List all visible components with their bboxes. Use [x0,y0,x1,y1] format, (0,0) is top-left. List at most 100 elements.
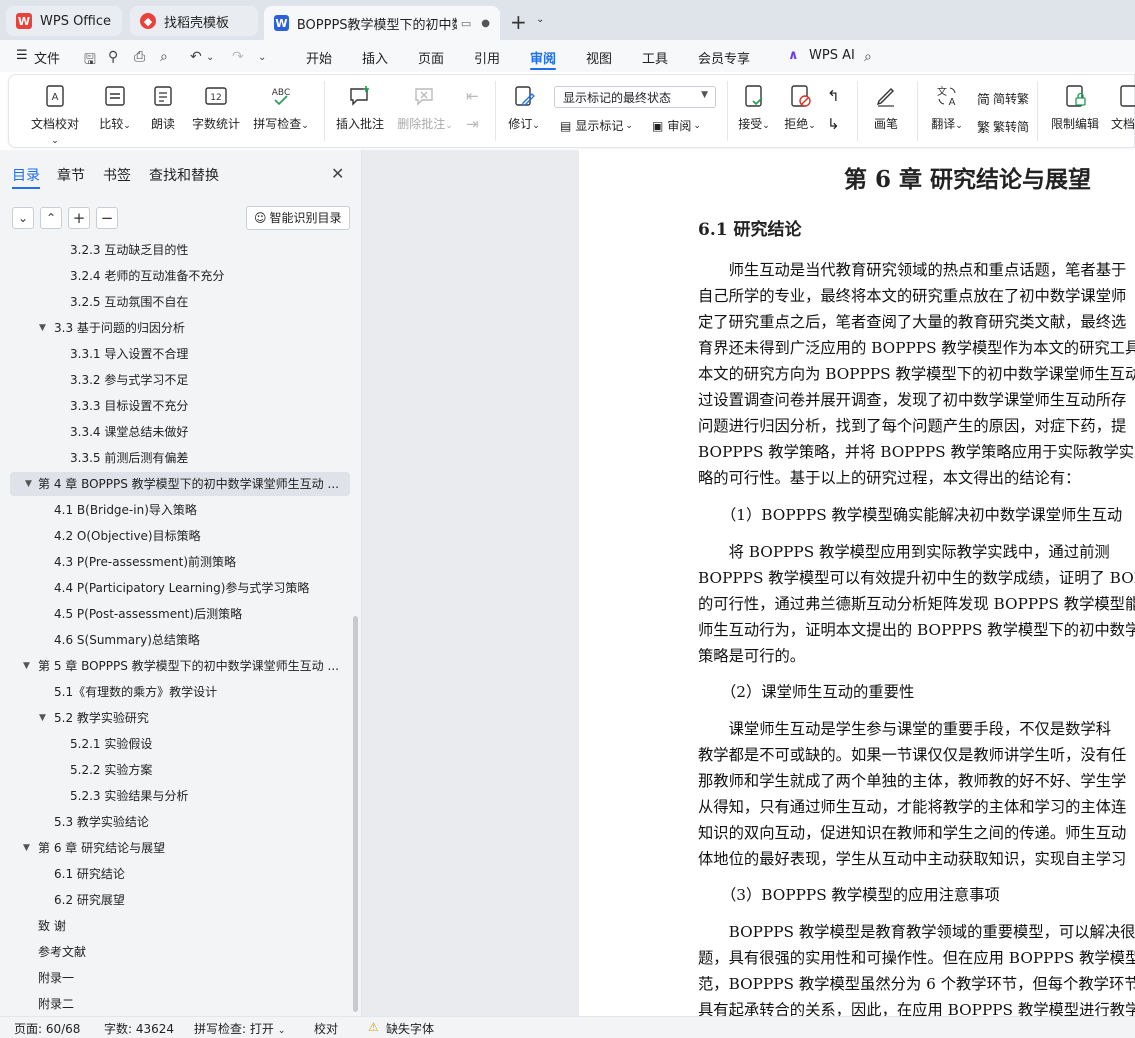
tab-document[interactable]: W BOPPPS教学模型下的初中数学 ▭ ● [264,6,500,40]
toc-item[interactable]: 致 谢 [38,914,66,938]
toc-item[interactable]: 附录一 [38,966,74,990]
toc-item[interactable]: 3.3.3 目标设置不充分 [70,394,188,418]
new-tab-plus-icon[interactable]: + [510,10,527,34]
redo-icon[interactable]: ↷ [232,49,244,65]
to-simplified-button[interactable]: 繁 繁转简 [977,117,1029,136]
toc-item[interactable]: 5.2.3 实验结果与分析 [70,784,188,808]
menu-file[interactable]: 文件 [34,48,60,67]
menu-insert[interactable]: 插入 [362,48,388,67]
tab-toc[interactable]: 目录 [12,165,40,185]
hamburger-icon[interactable]: ☰ [16,48,28,63]
word-count-button[interactable]: 12 字数统计 [191,83,241,132]
track-changes-button[interactable]: 修订⌄ [505,83,543,132]
toc-item[interactable]: 4.4 P(Participatory Learning)参与式学习策略 [54,576,309,600]
menu-tools[interactable]: 工具 [642,48,668,67]
toc-scrollbar[interactable] [353,616,358,1012]
tab-find-replace[interactable]: 查找和替换 [149,165,219,185]
toc-item[interactable]: 参考文献 [38,940,86,964]
toc-item[interactable]: 3.3.4 课堂总结未做好 [70,420,188,444]
menu-view[interactable]: 视图 [586,48,612,67]
unsaved-dot-icon[interactable]: ● [481,18,490,29]
prev-change-icon[interactable]: ↰ [827,87,840,105]
translate-button[interactable]: 文A 翻译⌄ [927,83,967,132]
toc-item[interactable]: 3.2.5 互动氛围不自在 [70,290,188,314]
toc-item[interactable]: 3.3.1 导入设置不合理 [70,342,188,366]
toc-item[interactable]: 4.5 P(Post-assessment)后测策略 [54,602,242,626]
delete-comment-button[interactable]: 删除批注⌄ [395,83,455,132]
restrict-editing-button[interactable]: 限制编辑 [1049,83,1101,132]
to-traditional-button[interactable]: 简 简转繁 [977,89,1029,108]
toc-item[interactable]: ▼ 第 6 章 研究结论与展望 [23,836,165,860]
document-permission-button[interactable]: 文档权 [1109,83,1135,132]
prev-comment-icon[interactable]: ⇤ [466,87,479,105]
menu-references[interactable]: 引用 [474,48,500,67]
tab-docer[interactable]: ◆ 找稻壳模板 [130,6,258,36]
page-indicator[interactable]: 页面: 60/68 [14,1020,80,1037]
word-count-indicator[interactable]: 字数: 43624 [104,1020,174,1037]
proofread-button[interactable]: A 文档校对⌄ [29,83,81,146]
toc-item[interactable]: 3.3.2 参与式学习不足 [70,368,188,392]
print-icon[interactable]: ⎙ [134,49,145,65]
spell-check-indicator[interactable]: 拼写检查: 打开 ⌄ [194,1020,285,1037]
undo-icon[interactable]: ↶ [190,49,202,65]
save-icon[interactable]: 🖫 [84,49,96,73]
toc-item[interactable]: 4.3 P(Pre-assessment)前测策略 [54,550,236,574]
expand-all-button[interactable]: ⌄ [12,207,34,229]
show-markup-button[interactable]: ▤ 显示标记 ⌄ [560,117,633,134]
expand-triangle-icon[interactable]: ▼ [39,706,46,730]
tab-bookmarks[interactable]: 书签 [103,165,131,185]
tab-sections[interactable]: 章节 [57,165,85,185]
menu-membership[interactable]: 会员专享 [698,48,750,67]
share-icon[interactable]: ⚲ [108,49,118,65]
proofread-indicator[interactable]: 校对 [314,1020,338,1037]
toc-item[interactable]: ▼ 3.3 基于问题的归因分析 [39,316,185,340]
close-icon[interactable]: ✕ [331,164,344,183]
toc-item[interactable]: 4.1 B(Bridge-in)导入策略 [54,498,197,522]
toc-item[interactable]: 5.2.2 实验方案 [70,758,152,782]
markup-state-select[interactable]: 显示标记的最终状态 ▼ [554,86,716,108]
toc-item[interactable]: ▼ 第 4 章 BOPPPS 教学模型下的初中数学课堂师生互动 ... [10,472,350,496]
menu-wps-ai[interactable]: WPS AI [809,48,855,63]
toc-item[interactable]: ▼ 5.2 教学实验研究 [39,706,149,730]
collapse-all-button[interactable]: ⌃ [40,207,62,229]
toc-item[interactable]: 附录二 [38,992,74,1016]
toc-item[interactable]: 5.3 教学实验结论 [54,810,149,834]
review-pane-button[interactable]: ▣ 审阅 ⌄ [652,117,701,134]
expand-triangle-icon[interactable]: ▼ [25,472,32,496]
menu-home[interactable]: 开始 [306,48,332,67]
accept-button[interactable]: 接受⌄ [735,83,773,132]
auto-toc-button[interactable]: ☺ 智能识别目录 [246,206,350,230]
insert-comment-button[interactable]: 插入批注 [335,83,385,132]
toc-item[interactable]: 6.2 研究展望 [54,888,125,912]
toc-item[interactable]: 3.2.4 老师的互动准备不充分 [70,264,224,288]
read-aloud-button[interactable]: 朗读 [149,83,177,132]
next-comment-icon[interactable]: ⇥ [466,115,479,133]
chevron-down-icon[interactable]: ⌄ [536,14,544,25]
toc-item[interactable]: 4.6 S(Summary)总结策略 [54,628,200,652]
compare-button[interactable]: 比较⌄ [97,83,133,132]
toc-item[interactable]: 6.1 研究结论 [54,862,125,886]
toc-item[interactable]: 5.1《有理数的乘方》教学设计 [54,680,217,704]
menu-review[interactable]: 审阅 [530,48,556,67]
pen-button[interactable]: 画笔 [871,83,901,132]
missing-font-indicator[interactable]: 缺失字体 [386,1020,434,1037]
expand-triangle-icon[interactable]: ▼ [39,316,46,340]
undo-dropdown-icon[interactable]: ⌄ [206,52,214,63]
tab-wps-office[interactable]: W WPS Office [6,6,122,36]
expand-triangle-icon[interactable]: ▼ [23,836,30,860]
expand-triangle-icon[interactable]: ▼ [23,654,30,678]
toc-item[interactable]: ▼ 第 5 章 BOPPPS 教学模型下的初中数学课堂师生互动 ... [23,654,339,678]
toc-item[interactable]: 5.2.1 实验假设 [70,732,152,756]
add-heading-button[interactable]: + [68,207,90,229]
spell-check-button[interactable]: ABC 拼写检查⌄ [251,83,311,132]
toc-item[interactable]: 3.3.5 前测后测有偏差 [70,446,188,470]
more-chevron-icon[interactable]: ⌄ [258,52,266,63]
remove-heading-button[interactable]: − [96,207,118,229]
toc-item[interactable]: 3.2.3 互动缺乏目的性 [70,240,188,262]
print-preview-icon[interactable]: ⌕ [160,49,168,65]
toc-item[interactable]: 4.2 O(Objective)目标策略 [54,524,201,548]
menu-page[interactable]: 页面 [418,48,444,67]
document-page[interactable]: 第 6 章 研究结论与展望 6.1 研究结论 师生互动是当代教育研究领域的热点和… [579,150,1135,1016]
search-icon[interactable]: ⌕ [864,49,872,65]
reject-button[interactable]: 拒绝⌄ [781,83,819,132]
